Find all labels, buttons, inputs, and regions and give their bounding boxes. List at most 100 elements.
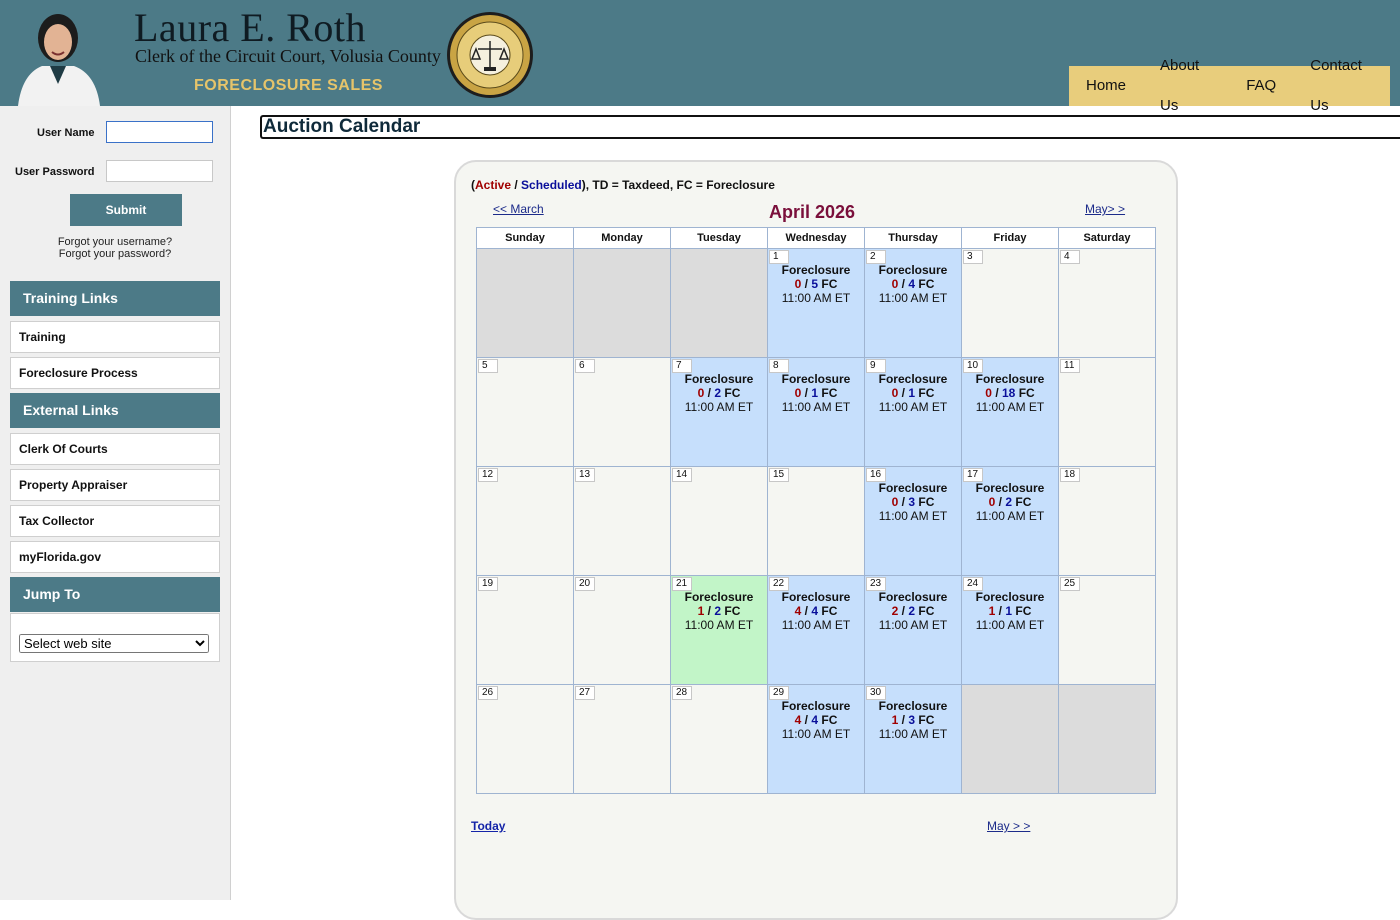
auction-summary[interactable]: Foreclosure 0 / 5 FC 11:00 AM ET [768,263,864,305]
scheduled-count: 3 [908,495,916,509]
next-month-link[interactable]: May> > [1085,202,1125,216]
scheduled-count: 2 [908,604,916,618]
calendar-day-cell[interactable]: 22 Foreclosure 4 / 4 FC 11:00 AM ET [767,575,865,685]
auction-kind: Foreclosure [975,372,1045,386]
link-foreclosure-process[interactable]: Foreclosure Process [10,357,220,389]
calendar-day-cell[interactable]: 17 Foreclosure 0 / 2 FC 11:00 AM ET [961,466,1059,576]
auction-summary[interactable]: Foreclosure 0 / 4 FC 11:00 AM ET [865,263,961,305]
nav-faq[interactable]: FAQ [1229,66,1293,106]
weekday-monday: Monday [573,227,671,249]
active-count: 0 [794,386,802,400]
day-number: 17 [963,468,983,482]
calendar-day-cell[interactable]: 10 Foreclosure 0 / 18 FC 11:00 AM ET [961,357,1059,467]
auction-time: 11:00 AM ET [878,400,948,414]
day-number: 21 [672,577,692,591]
scheduled-count: 1 [908,386,916,400]
calendar-day-cell[interactable]: 24 Foreclosure 1 / 1 FC 11:00 AM ET [961,575,1059,685]
auction-counts: 0 / 1 FC [891,386,935,400]
day-number: 4 [1060,250,1080,264]
calendar-day-cell[interactable]: 9 Foreclosure 0 / 1 FC 11:00 AM ET [864,357,962,467]
link-property-appraiser[interactable]: Property Appraiser [10,469,220,501]
calendar-day-cell[interactable]: 16 Foreclosure 0 / 3 FC 11:00 AM ET [864,466,962,576]
calendar-day-cell[interactable]: 21 Foreclosure 1 / 2 FC 11:00 AM ET [670,575,768,685]
auction-counts: 0 / 2 FC [697,386,741,400]
link-training[interactable]: Training [10,321,220,353]
auction-kind: Foreclosure [878,590,948,604]
auction-kind: Foreclosure [878,481,948,495]
active-count: 1 [988,604,996,618]
password-input[interactable] [106,160,213,182]
day-number: 22 [769,577,789,591]
calendar-week-row: 1 Foreclosure 0 / 5 FC 11:00 AM ET 2 Foreclos… [476,248,1156,358]
day-number: 13 [575,468,595,482]
submit-button[interactable]: Submit [70,194,182,226]
nav-about-us[interactable]: About Us [1143,46,1229,126]
forgot-username-link[interactable]: Forgot your username? [0,236,230,248]
auction-kind: Foreclosure [684,372,754,386]
auction-summary[interactable]: Foreclosure 1 / 1 FC 11:00 AM ET [962,590,1058,632]
calendar-day-cell[interactable]: 2 Foreclosure 0 / 4 FC 11:00 AM ET [864,248,962,358]
auction-kind: Foreclosure [781,263,851,277]
today-link[interactable]: Today [471,819,505,833]
auction-time: 11:00 AM ET [684,618,754,632]
day-number: 27 [575,686,595,700]
auction-summary[interactable]: Foreclosure 0 / 18 FC 11:00 AM ET [962,372,1058,414]
day-number: 9 [866,359,886,373]
auction-type: FC [918,604,935,618]
auction-summary[interactable]: Foreclosure 1 / 3 FC 11:00 AM ET [865,699,961,741]
auction-summary[interactable]: Foreclosure 4 / 4 FC 11:00 AM ET [768,590,864,632]
calendar-day-cell[interactable]: 7 Foreclosure 0 / 2 FC 11:00 AM ET [670,357,768,467]
calendar-day-cell: 15 [767,466,865,576]
auction-summary[interactable]: Foreclosure 1 / 2 FC 11:00 AM ET [671,590,767,632]
auction-summary[interactable]: Foreclosure 0 / 2 FC 11:00 AM ET [671,372,767,414]
auction-summary[interactable]: Foreclosure 0 / 3 FC 11:00 AM ET [865,481,961,523]
nav-home[interactable]: Home [1069,66,1143,106]
active-count: 1 [891,713,899,727]
auction-summary[interactable]: Foreclosure 4 / 4 FC 11:00 AM ET [768,699,864,741]
auction-time: 11:00 AM ET [878,291,948,305]
auction-type: FC [724,604,741,618]
auction-summary[interactable]: Foreclosure 2 / 2 FC 11:00 AM ET [865,590,961,632]
auction-type: FC [918,277,935,291]
link-myflorida[interactable]: myFlorida.gov [10,541,220,573]
next-month-bottom-link[interactable]: May > > [987,819,1030,833]
calendar-body: 1 Foreclosure 0 / 5 FC 11:00 AM ET 2 Foreclos… [476,248,1156,794]
jump-to-heading: Jump To [10,577,220,612]
forgot-password-link[interactable]: Forgot your password? [0,248,230,260]
prev-month-link[interactable]: << March [493,202,544,216]
calendar-day-cell: 25 [1058,575,1156,685]
day-number: 5 [478,359,498,373]
nav-contact-us[interactable]: Contact Us [1293,46,1390,126]
link-clerk-of-courts[interactable]: Clerk Of Courts [10,433,220,465]
day-number: 10 [963,359,983,373]
auction-kind: Foreclosure [684,590,754,604]
calendar-day-cell[interactable]: 29 Foreclosure 4 / 4 FC 11:00 AM ET [767,684,865,794]
calendar-day-cell: 28 [670,684,768,794]
day-number: 6 [575,359,595,373]
active-count: 4 [794,713,802,727]
weekday-thursday: Thursday [864,227,962,249]
jump-to-select[interactable]: Select web site [19,634,209,653]
auction-type: FC [918,713,935,727]
auction-summary[interactable]: Foreclosure 0 / 1 FC 11:00 AM ET [768,372,864,414]
auction-counts: 4 / 4 FC [794,604,838,618]
day-number: 26 [478,686,498,700]
calendar-day-cell[interactable]: 30 Foreclosure 1 / 3 FC 11:00 AM ET [864,684,962,794]
day-number: 12 [478,468,498,482]
calendar-day-cell: 12 [476,466,574,576]
active-count: 0 [891,386,899,400]
active-count: 0 [985,386,992,400]
calendar-day-cell[interactable]: 23 Foreclosure 2 / 2 FC 11:00 AM ET [864,575,962,685]
calendar-day-cell[interactable]: 8 Foreclosure 0 / 1 FC 11:00 AM ET [767,357,865,467]
auction-type: FC [1015,495,1032,509]
link-tax-collector[interactable]: Tax Collector [10,505,220,537]
calendar-day-cell[interactable]: 1 Foreclosure 0 / 5 FC 11:00 AM ET [767,248,865,358]
auction-type: FC [821,277,838,291]
auction-summary[interactable]: Foreclosure 0 / 2 FC 11:00 AM ET [962,481,1058,523]
auction-counts: 4 / 4 FC [794,713,838,727]
auction-kind: Foreclosure [975,590,1045,604]
scheduled-count: 5 [811,277,819,291]
auction-counts: 1 / 1 FC [988,604,1032,618]
username-input[interactable] [106,121,213,143]
auction-summary[interactable]: Foreclosure 0 / 1 FC 11:00 AM ET [865,372,961,414]
